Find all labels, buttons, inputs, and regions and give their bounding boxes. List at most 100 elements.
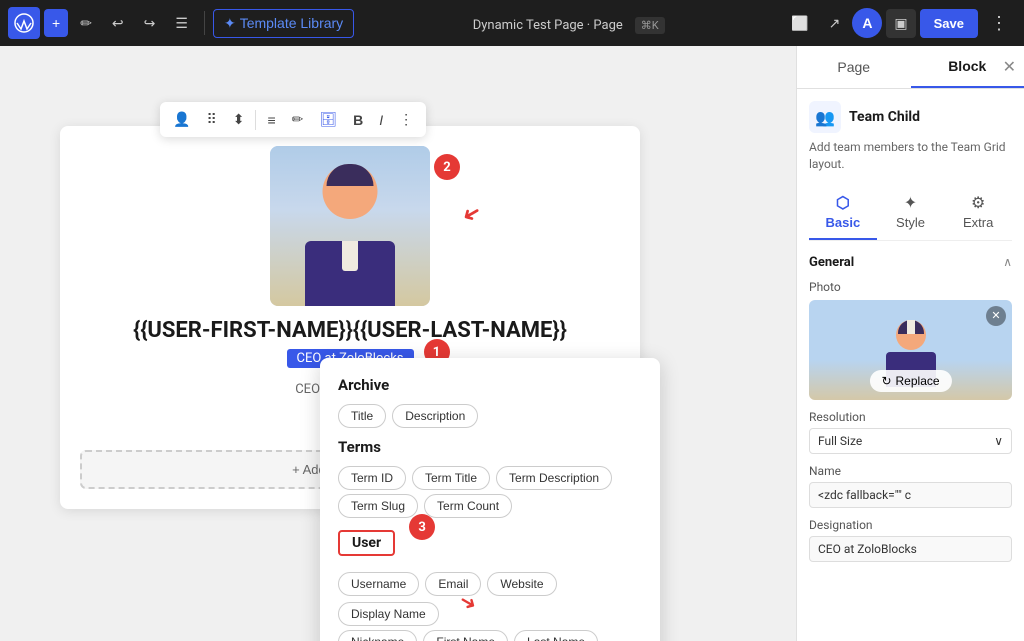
italic-button[interactable]: I bbox=[372, 107, 390, 133]
edit-icon: ✏ bbox=[292, 111, 304, 128]
tab-page[interactable]: Page bbox=[797, 46, 911, 88]
team-child-desc: Add team members to the Team Grid layout… bbox=[809, 139, 1012, 173]
basic-icon: ⬡ bbox=[809, 193, 877, 213]
list-view-button[interactable]: ☰ bbox=[167, 9, 196, 38]
photo-field: Photo ✕ bbox=[809, 280, 1012, 400]
close-icon: ✕ bbox=[991, 309, 1000, 322]
user-tags-row2: Nickname First Name Last Name bbox=[338, 630, 642, 641]
external-icon: ↗ bbox=[829, 15, 841, 32]
align-button[interactable]: ≡ bbox=[260, 107, 282, 133]
pencil-icon: ✏ bbox=[80, 15, 92, 32]
panel-close-button[interactable]: ✕ bbox=[1003, 57, 1016, 77]
save-button[interactable]: Save bbox=[920, 9, 978, 38]
chevron-down-icon: ∨ bbox=[994, 434, 1003, 448]
user-section-title: User bbox=[338, 530, 395, 556]
screen-icon: ⬜ bbox=[791, 15, 808, 32]
undo-button[interactable]: ↩ bbox=[104, 9, 132, 38]
template-library-label: Template Library bbox=[240, 15, 344, 31]
external-link-button[interactable]: ↗ bbox=[821, 9, 849, 38]
sub-tab-extra[interactable]: ⚙ Extra bbox=[944, 185, 1012, 240]
arrows-icon: ⬍ bbox=[233, 111, 245, 128]
resolution-select[interactable]: Full Size ∨ bbox=[809, 428, 1012, 454]
term-count-tag[interactable]: Term Count bbox=[424, 494, 512, 518]
first-name-tag[interactable]: First Name bbox=[423, 630, 508, 641]
layout-toggle-button[interactable]: ▣ bbox=[886, 9, 915, 38]
resolution-label: Resolution bbox=[809, 410, 1012, 424]
name-label: Name bbox=[809, 464, 1012, 478]
avatar-wrap: 2 ➜ bbox=[270, 146, 430, 306]
badge-2: 2 bbox=[434, 154, 460, 180]
drag-icon: ⠿ bbox=[206, 111, 216, 128]
tools-button[interactable]: ✏ bbox=[72, 9, 100, 38]
user-header-wrap: User 3 bbox=[338, 526, 395, 564]
close-icon: ✕ bbox=[1003, 59, 1016, 76]
badge-3: 3 bbox=[409, 514, 435, 540]
plus-icon: + bbox=[52, 15, 60, 31]
add-block-button[interactable]: + bbox=[44, 9, 68, 37]
avatar-illustration bbox=[270, 146, 430, 306]
dots-icon: ⋮ bbox=[990, 13, 1008, 33]
arrow-2: ➜ bbox=[457, 198, 485, 229]
bold-button[interactable]: B bbox=[346, 107, 370, 133]
name-value: <zdc fallback="" c bbox=[809, 482, 1012, 508]
toolbar-divider bbox=[255, 110, 256, 130]
username-tag[interactable]: Username bbox=[338, 572, 419, 596]
shortcut-badge: ⌘K bbox=[635, 17, 665, 34]
more-options-button[interactable]: ⋮ bbox=[982, 9, 1016, 38]
archive-section-title: Archive bbox=[338, 376, 642, 394]
resolution-value: Full Size bbox=[818, 434, 862, 448]
more-toolbar-button[interactable]: ⋮ bbox=[392, 106, 420, 133]
display-name-tag[interactable]: Display Name bbox=[338, 602, 439, 626]
photo-remove-button[interactable]: ✕ bbox=[986, 306, 1006, 326]
database-button[interactable]: 🗄 bbox=[312, 106, 344, 133]
general-collapse-button[interactable]: ∧ bbox=[1003, 255, 1012, 269]
sub-tab-basic[interactable]: ⬡ Basic bbox=[809, 185, 877, 240]
term-slug-tag[interactable]: Term Slug bbox=[338, 494, 418, 518]
template-library-button[interactable]: ✦ Template Library bbox=[213, 9, 354, 38]
page-title-area: Dynamic Test Page · Page ⌘K bbox=[358, 14, 779, 33]
top-bar-right: ⬜ ↗ A ▣ Save ⋮ bbox=[783, 8, 1016, 38]
preview-collar bbox=[907, 320, 915, 334]
astra-button[interactable]: A bbox=[852, 8, 882, 38]
basic-label: Basic bbox=[825, 215, 860, 230]
terms-section-title: Terms bbox=[338, 438, 642, 456]
redo-icon: ↪ bbox=[144, 15, 156, 32]
website-tag[interactable]: Website bbox=[487, 572, 556, 596]
edit-button[interactable]: ✏ bbox=[285, 106, 311, 133]
block-toolbar: 👤 ⠿ ⬍ ≡ ✏ 🗄 B I bbox=[160, 102, 426, 137]
sub-tab-style[interactable]: ✦ Style bbox=[877, 185, 945, 240]
screen-toggle-button[interactable]: ⬜ bbox=[783, 9, 816, 38]
term-title-tag[interactable]: Term Title bbox=[412, 466, 490, 490]
panel-content: 👥 Team Child Add team members to the Tea… bbox=[797, 89, 1024, 641]
name-field: Name <zdc fallback="" c bbox=[809, 464, 1012, 508]
archive-title-tag[interactable]: Title bbox=[338, 404, 386, 428]
term-description-tag[interactable]: Term Description bbox=[496, 466, 612, 490]
top-bar: + ✏ ↩ ↪ ☰ ✦ Template Library Dynamic Tes… bbox=[0, 0, 1024, 46]
replace-photo-button[interactable]: ↻ Replace bbox=[869, 370, 951, 392]
general-section-header: General ∧ bbox=[809, 255, 1012, 270]
replace-label: Replace bbox=[896, 374, 940, 388]
database-icon: 🗄 bbox=[319, 111, 337, 128]
wp-logo[interactable] bbox=[8, 7, 40, 39]
astra-icon: A bbox=[862, 15, 872, 31]
undo-icon: ↩ bbox=[112, 15, 124, 32]
template-icon: ✦ bbox=[224, 15, 236, 32]
canvas-area: 👤 ⠿ ⬍ ≡ ✏ 🗄 B I bbox=[0, 46, 796, 641]
user-section: User 3 ➜ bbox=[338, 526, 642, 564]
last-name-tag[interactable]: Last Name bbox=[514, 630, 598, 641]
term-id-tag[interactable]: Term ID bbox=[338, 466, 406, 490]
sub-tabs: ⬡ Basic ✦ Style ⚙ Extra bbox=[809, 185, 1012, 241]
redo-button[interactable]: ↪ bbox=[136, 9, 164, 38]
archive-description-tag[interactable]: Description bbox=[392, 404, 478, 428]
dynamic-dropdown-popup: Archive Title Description Terms Term ID … bbox=[320, 358, 660, 641]
terms-tags-row1: Term ID Term Title Term Description bbox=[338, 466, 642, 490]
align-icon: ≡ bbox=[267, 112, 275, 128]
drag-handle-button[interactable]: ⠿ bbox=[199, 106, 223, 133]
team-child-header: 👥 Team Child bbox=[809, 101, 1012, 133]
more-icon: ⋮ bbox=[399, 111, 413, 128]
style-icon: ✦ bbox=[877, 193, 945, 213]
block-icon-button[interactable]: 👤 bbox=[166, 106, 197, 133]
move-button[interactable]: ⬍ bbox=[226, 106, 252, 133]
nickname-tag[interactable]: Nickname bbox=[338, 630, 417, 641]
style-label: Style bbox=[896, 215, 925, 230]
